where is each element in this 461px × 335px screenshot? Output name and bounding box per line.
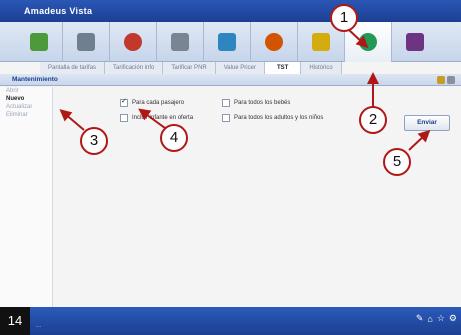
grid-icon [77, 33, 95, 51]
car2-icon [218, 33, 236, 51]
toolbar-button-6[interactable] [251, 22, 298, 62]
callout-1: 1 [330, 4, 358, 32]
toolbar-button-9[interactable] [392, 22, 438, 62]
section-title: Mantenimiento [12, 76, 58, 83]
tab-history[interactable]: Histórico [301, 62, 342, 74]
chart-icon [406, 33, 424, 51]
pricing-subtabs: Pantalla de tarifas Tarificación info Ta… [40, 62, 461, 74]
option-all-babies[interactable]: Para todos los bebés [222, 99, 290, 107]
tray-icon-1[interactable]: ✎ [416, 313, 424, 324]
tray-icon-2[interactable]: ⌂ [427, 314, 432, 324]
callout-5: 5 [383, 148, 411, 176]
edit-icon[interactable] [447, 76, 455, 84]
tab-tst[interactable]: TST [264, 62, 302, 74]
include-infant-checkbox[interactable] [120, 114, 128, 122]
car-icon [171, 33, 189, 51]
toolbar-button-2[interactable] [63, 22, 110, 62]
tray-icon-4[interactable]: ⚙ [449, 313, 457, 324]
send-button[interactable]: Enviar [404, 115, 450, 131]
section-header: Mantenimiento [0, 74, 461, 86]
toolbar-button-5[interactable] [204, 22, 251, 62]
cube-icon [30, 33, 48, 51]
tab-value-pricer[interactable]: Value Pricer [215, 62, 265, 74]
sidebar-item-update[interactable]: Actualizar [0, 103, 52, 111]
application-window: Amadeus Vista Pantalla de tarifas Tarifi… [0, 0, 461, 335]
per-passenger-checkbox[interactable] [120, 97, 128, 107]
tab-fare-display[interactable]: Pantalla de tarifas [40, 62, 106, 74]
sidebar-item-new[interactable]: Nuevo [0, 95, 52, 103]
traveler-icon [265, 33, 283, 51]
toolbar-button-3[interactable] [110, 22, 157, 62]
person-icon [124, 33, 142, 51]
callout-2: 2 [359, 106, 387, 134]
toolbar-button-1[interactable] [16, 22, 63, 62]
all-babies-checkbox[interactable] [222, 99, 230, 107]
sidebar-item-open[interactable]: Abrir [0, 87, 52, 95]
callout-3: 3 [80, 127, 108, 155]
plane-icon [312, 33, 330, 51]
page-number: 14 [0, 307, 30, 335]
per-passenger-label: Para cada pasajero [132, 100, 185, 106]
print-icon[interactable] [437, 76, 445, 84]
pricing-icon [359, 33, 377, 51]
tst-form: Para cada pasajero Para todos los bebés … [52, 87, 461, 307]
main-toolbar [0, 22, 461, 62]
option-include-infant[interactable]: Incluir infante en oferta [120, 114, 193, 122]
tab-pricing-info[interactable]: Tarificación info [105, 62, 164, 74]
window-title: Amadeus Vista [0, 0, 461, 22]
tray-icon-3[interactable]: ☆ [437, 313, 445, 324]
tab-price-pnr[interactable]: Tarificar PNR [163, 62, 216, 74]
include-infant-label: Incluir infante en oferta [132, 115, 194, 121]
all-adults-children-label: Para todos los adultos y los niños [234, 115, 324, 121]
all-babies-label: Para todos los bebés [234, 100, 291, 106]
option-per-passenger[interactable]: Para cada pasajero [120, 97, 185, 107]
status-text: ... [36, 323, 42, 329]
all-adults-children-checkbox[interactable] [222, 114, 230, 122]
callout-4: 4 [160, 124, 188, 152]
sidebar: Abrir Nuevo Actualizar Eliminar [0, 87, 53, 307]
taskbar: ... ✎ ⌂ ☆ ⚙ [0, 307, 461, 335]
sidebar-item-delete[interactable]: Eliminar [0, 111, 52, 119]
toolbar-button-4[interactable] [157, 22, 204, 62]
option-all-adults-children[interactable]: Para todos los adultos y los niños [222, 114, 323, 122]
